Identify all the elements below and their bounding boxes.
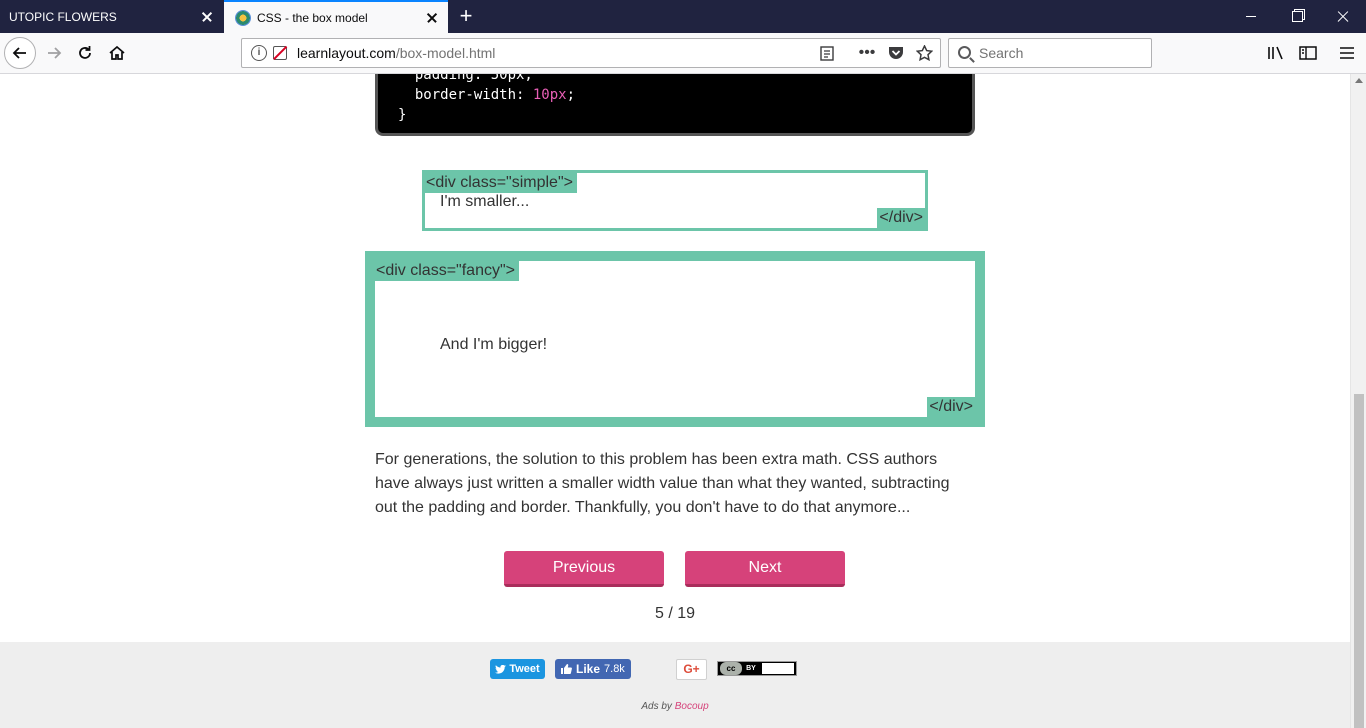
fancy-open-tag: <div class="fancy"> (375, 261, 519, 281)
fancy-close-tag: </div> (927, 397, 975, 417)
window-close-icon[interactable] (1320, 0, 1366, 33)
simple-box-text: I'm smaller... (440, 193, 530, 210)
cc-logo: cc (720, 662, 742, 675)
reload-icon[interactable] (69, 37, 101, 69)
scroll-up-arrow-icon[interactable] (1355, 78, 1363, 83)
code-block: padding: 50px; border-width: 10px; } (375, 74, 975, 136)
like-count: 7.8k (604, 663, 625, 675)
menu-icon[interactable] (1331, 37, 1363, 69)
by-label: BY (746, 665, 756, 672)
minimize-icon[interactable] (1228, 0, 1274, 33)
favicon-icon (235, 9, 251, 26)
google-plus-button[interactable]: G+ (676, 659, 707, 680)
tab-utopic-flowers[interactable]: UTOPIC FLOWERS (0, 0, 223, 33)
next-button[interactable]: Next (685, 551, 845, 587)
scrollbar-thumb[interactable] (1354, 394, 1364, 728)
plus-icon[interactable]: + (452, 0, 480, 33)
tab-title: CSS - the box model (257, 10, 368, 25)
license-badge-fill (762, 663, 794, 674)
home-icon[interactable] (101, 37, 133, 69)
tab-css-box-model[interactable]: CSS - the box model (224, 0, 448, 33)
simple-close-tag: </div> (877, 208, 925, 228)
tweet-button[interactable]: Tweet (490, 659, 545, 679)
insecure-lock-icon[interactable] (273, 46, 287, 60)
thumbs-up-icon (561, 664, 572, 674)
info-icon[interactable]: i (251, 45, 267, 61)
footer: Tweet Like 7.8k G+ cc BY Ads by Bocoup (0, 642, 1350, 728)
back-arrow-icon[interactable] (4, 37, 36, 69)
page-counter: 5 / 19 (654, 605, 696, 622)
explanation-paragraph: For generations, the solution to this pr… (375, 451, 950, 516)
code-line-partial: padding: 50px; (414, 74, 533, 83)
simple-open-tag: <div class="simple"> (425, 173, 577, 193)
sidebar-icon[interactable] (1292, 37, 1324, 69)
page-content: padding: 50px; border-width: 10px; } <di… (0, 74, 1350, 728)
like-label: Like (576, 662, 601, 676)
forward-arrow-icon[interactable] (38, 37, 70, 69)
cc-by-license-badge[interactable]: cc BY (717, 661, 797, 676)
tweet-label: Tweet (509, 663, 540, 675)
search-placeholder: Search (979, 45, 1024, 61)
code-line-border-width: border-width: 10px; (414, 87, 576, 103)
simple-box-demo: <div class="simple"> I'm smaller... </di… (422, 170, 928, 231)
tab-title: UTOPIC FLOWERS (9, 9, 117, 24)
ads-prefix: Ads by (641, 701, 672, 712)
reader-view-icon[interactable] (815, 39, 839, 67)
bookmark-star-icon[interactable] (912, 39, 936, 67)
fancy-box-text: And I'm bigger! (440, 336, 548, 353)
close-icon[interactable] (424, 10, 440, 26)
url-host: learnlayout.com (297, 45, 396, 61)
search-input[interactable]: Search (948, 38, 1152, 68)
url-text: learnlayout.com/box-model.html (297, 45, 495, 61)
search-icon (958, 45, 971, 59)
close-icon[interactable] (199, 9, 215, 25)
tab-bar: UTOPIC FLOWERS CSS - the box model + (0, 0, 1366, 33)
navigation-toolbar: i learnlayout.com/box-model.html ••• Sea… (0, 33, 1366, 74)
code-line-closing: } (398, 107, 407, 123)
pocket-icon[interactable] (884, 39, 908, 67)
previous-button[interactable]: Previous (504, 551, 664, 587)
url-bar[interactable]: i learnlayout.com/box-model.html ••• (241, 38, 941, 68)
more-actions-icon[interactable]: ••• (855, 39, 879, 67)
twitter-bird-icon (495, 664, 507, 674)
facebook-like-button[interactable]: Like 7.8k (555, 659, 631, 679)
library-icon[interactable] (1260, 37, 1292, 69)
ads-brand-link[interactable]: Bocoup (675, 701, 709, 712)
url-path: /box-model.html (395, 45, 496, 61)
page-scrollbar[interactable] (1350, 74, 1366, 728)
fancy-box-demo: <div class="fancy"> And I'm bigger! </di… (365, 251, 985, 427)
restore-icon[interactable] (1274, 0, 1320, 33)
ads-credit: Ads by Bocoup (0, 701, 1350, 712)
